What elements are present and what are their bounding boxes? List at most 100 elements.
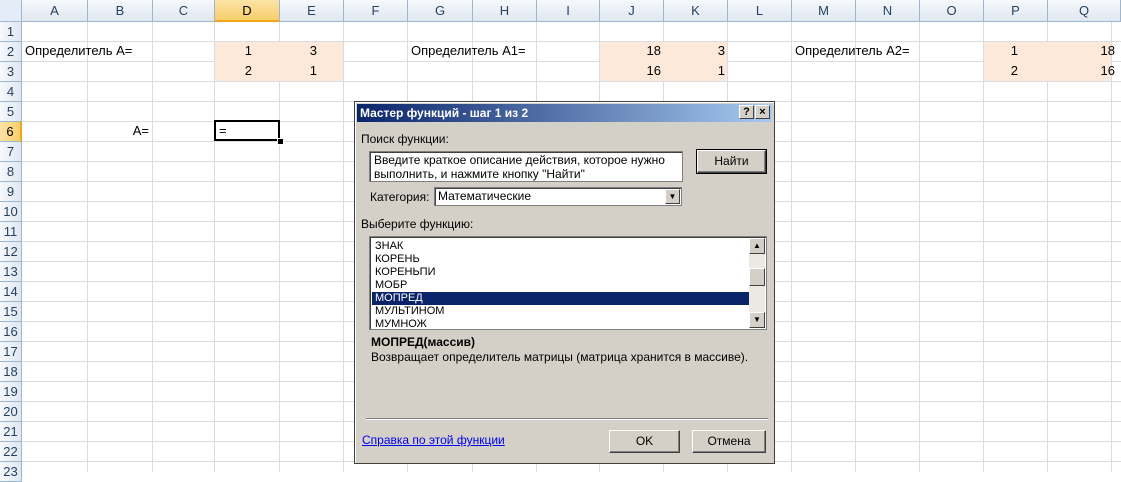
- list-item[interactable]: КОРЕНЬПИ: [372, 266, 749, 279]
- scrollbar-thumb[interactable]: [749, 268, 765, 286]
- row-header-4[interactable]: 4: [0, 82, 22, 102]
- column-header-q[interactable]: Q: [1048, 0, 1121, 22]
- cell-j2[interactable]: 18: [600, 41, 664, 61]
- list-item[interactable]: КОРЕНЬ: [372, 253, 749, 266]
- column-header-g[interactable]: G: [408, 0, 473, 22]
- list-item[interactable]: МУЛЬТИНОМ: [372, 305, 749, 318]
- column-header-i[interactable]: I: [537, 0, 600, 22]
- row-header-1[interactable]: 1: [0, 22, 22, 42]
- gridline: [983, 22, 984, 472]
- row-header-9[interactable]: 9: [0, 182, 22, 202]
- row-header-23[interactable]: 23: [0, 462, 22, 482]
- gridline: [919, 22, 920, 472]
- column-header-j[interactable]: J: [600, 0, 664, 22]
- row-header-16[interactable]: 16: [0, 322, 22, 342]
- scroll-up-icon[interactable]: ▲: [749, 238, 765, 254]
- row-header-10[interactable]: 10: [0, 202, 22, 222]
- gridline: [22, 61, 1121, 62]
- column-header-p[interactable]: P: [984, 0, 1048, 22]
- cell-g2[interactable]: Определитель A1=: [408, 41, 529, 61]
- row-header-15[interactable]: 15: [0, 302, 22, 322]
- row-header-14[interactable]: 14: [0, 282, 22, 302]
- column-header-f[interactable]: F: [344, 0, 408, 22]
- column-header-e[interactable]: E: [280, 0, 344, 22]
- dialog-titlebar[interactable]: Мастер функций - шаг 1 из 2: [357, 104, 772, 122]
- gridline: [279, 22, 280, 472]
- gridline: [214, 22, 215, 472]
- row-header-6[interactable]: 6: [0, 122, 22, 142]
- list-item-selected[interactable]: МОПРЕД: [372, 292, 749, 305]
- cell-b6[interactable]: A=: [88, 121, 152, 141]
- row-header-21[interactable]: 21: [0, 422, 22, 442]
- column-header-k[interactable]: K: [664, 0, 728, 22]
- function-signature: МОПРЕД(массив): [371, 335, 475, 349]
- cell-q2[interactable]: 18: [1048, 41, 1118, 61]
- row-header-17[interactable]: 17: [0, 342, 22, 362]
- ok-button[interactable]: OK: [609, 430, 680, 453]
- cell-q3[interactable]: 16: [1048, 61, 1118, 81]
- cell-k3[interactable]: 1: [664, 61, 728, 81]
- row-header-5[interactable]: 5: [0, 102, 22, 122]
- gridline: [343, 22, 344, 472]
- column-header-a[interactable]: A: [22, 0, 88, 22]
- column-header-h[interactable]: H: [473, 0, 537, 22]
- column-header-n[interactable]: N: [856, 0, 920, 22]
- cell-e2[interactable]: 3: [280, 41, 320, 61]
- category-label: Категория:: [370, 190, 430, 204]
- dialog-divider: [366, 418, 768, 420]
- column-header-m[interactable]: M: [792, 0, 856, 22]
- row-header-20[interactable]: 20: [0, 402, 22, 422]
- function-description: Возвращает определитель матрицы (матрица…: [371, 350, 749, 364]
- category-select[interactable]: Математические ▼: [434, 187, 682, 206]
- column-header-d[interactable]: D: [215, 0, 280, 22]
- cell-e3[interactable]: 1: [280, 61, 320, 81]
- search-function-input[interactable]: Введите краткое описание действия, котор…: [369, 151, 683, 182]
- help-icon[interactable]: ?: [739, 105, 754, 119]
- row-header-11[interactable]: 11: [0, 222, 22, 242]
- cell-m2[interactable]: Определитель A2=: [792, 41, 913, 61]
- cancel-button[interactable]: Отмена: [692, 430, 766, 453]
- list-item[interactable]: МОБР: [372, 279, 749, 292]
- chevron-down-icon[interactable]: ▼: [665, 189, 680, 204]
- active-cell-d6[interactable]: =: [214, 120, 280, 141]
- cell-d2[interactable]: 1: [215, 41, 255, 61]
- cell-j3[interactable]: 16: [600, 61, 664, 81]
- list-item[interactable]: ЗНАК: [372, 240, 749, 253]
- row-header-12[interactable]: 12: [0, 242, 22, 262]
- select-function-label: Выберите функцию:: [361, 217, 474, 231]
- row-header-2[interactable]: 2: [0, 42, 22, 62]
- cell-p2[interactable]: 1: [984, 41, 1021, 61]
- row-header-22[interactable]: 22: [0, 442, 22, 462]
- row-header-3[interactable]: 3: [0, 62, 22, 82]
- category-value: Математические: [438, 189, 531, 203]
- gridline: [87, 22, 88, 472]
- help-link[interactable]: Справка по этой функции: [362, 433, 505, 447]
- row-header-7[interactable]: 7: [0, 142, 22, 162]
- select-all-corner[interactable]: [0, 0, 22, 22]
- row-header-13[interactable]: 13: [0, 262, 22, 282]
- fill-handle[interactable]: [277, 138, 284, 145]
- row-header-18[interactable]: 18: [0, 362, 22, 382]
- cell-k2[interactable]: 3: [664, 41, 728, 61]
- column-header-c[interactable]: C: [153, 0, 215, 22]
- row-header-19[interactable]: 19: [0, 382, 22, 402]
- gridline: [22, 41, 1121, 42]
- cell-a2[interactable]: Определитель A=: [22, 41, 135, 61]
- list-scrollbar[interactable]: ▲ ▼: [749, 238, 765, 328]
- column-header-b[interactable]: B: [88, 0, 153, 22]
- cell-d3[interactable]: 2: [215, 61, 255, 81]
- gridline: [791, 22, 792, 472]
- column-header-o[interactable]: O: [920, 0, 984, 22]
- column-header-l[interactable]: L: [728, 0, 792, 22]
- cell-d6: =: [219, 123, 227, 138]
- row-header-8[interactable]: 8: [0, 162, 22, 182]
- scroll-down-icon[interactable]: ▼: [749, 312, 765, 328]
- gridline: [1111, 22, 1112, 472]
- find-button[interactable]: Найти: [696, 149, 767, 174]
- list-item[interactable]: МУМНОЖ: [372, 318, 749, 329]
- gridline: [22, 81, 1121, 82]
- close-icon[interactable]: ×: [755, 105, 770, 119]
- gridline: [152, 22, 153, 472]
- cell-p3[interactable]: 2: [984, 61, 1021, 81]
- function-list[interactable]: ЗНАК КОРЕНЬ КОРЕНЬПИ МОБР МОПРЕД МУЛЬТИН…: [369, 236, 767, 330]
